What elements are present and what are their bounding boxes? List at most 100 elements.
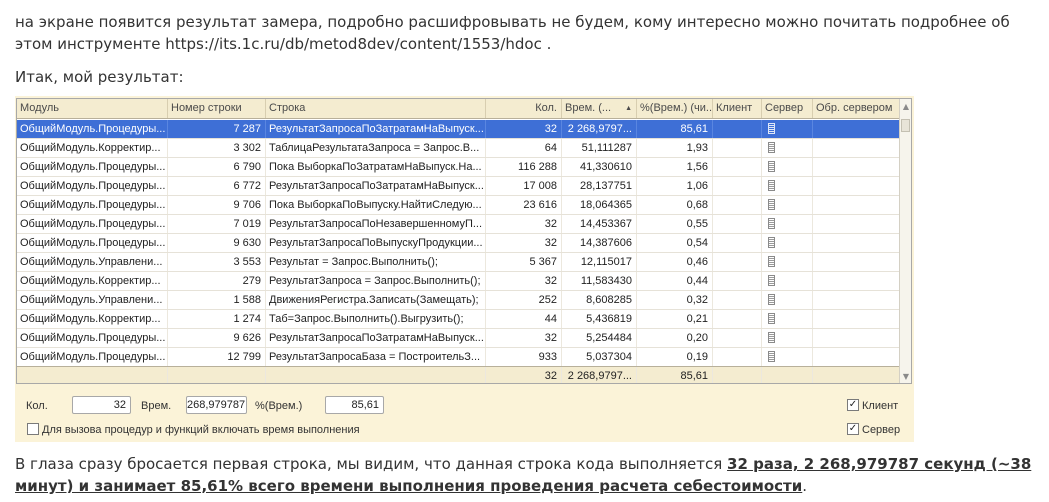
cell-code: РезультатЗапросаПоЗатратамНаВыпуск... bbox=[266, 120, 486, 138]
cell-module: ОбщийМодуль.Процедуры... bbox=[17, 215, 168, 233]
cell-count: 32 bbox=[486, 234, 562, 252]
time-field[interactable]: 268,979787 bbox=[186, 396, 247, 414]
cell-time: 11,583430 bbox=[562, 272, 637, 290]
cell-server-processing bbox=[813, 158, 901, 176]
cell-count: 17 008 bbox=[486, 177, 562, 195]
cell-time-percent: 0,44 bbox=[637, 272, 713, 290]
column-header-server-processing[interactable]: Обр. сервером bbox=[813, 99, 901, 118]
count-field[interactable]: 32 bbox=[72, 396, 131, 414]
cell-server-processing bbox=[813, 234, 901, 252]
table-row[interactable]: ОбщийМодуль.Процедуры... 7 287 РезультатЗа… bbox=[17, 120, 901, 139]
cell-line-number: 7 019 bbox=[168, 215, 266, 233]
cell-line-number: 9 626 bbox=[168, 329, 266, 347]
scroll-thumb[interactable] bbox=[901, 119, 910, 132]
cell-module: ОбщийМодуль.Процедуры... bbox=[17, 234, 168, 252]
scroll-up-icon[interactable]: ▲ bbox=[901, 101, 911, 113]
server-icon bbox=[768, 218, 775, 229]
cell-code: ДвиженияРегистра.Записать(Замещать); bbox=[266, 291, 486, 309]
cell-client bbox=[713, 291, 762, 309]
cell-code: РезультатЗапросаПоЗатратамНаВыпуск... bbox=[266, 177, 486, 195]
time-percent-field[interactable]: 85,61 bbox=[325, 396, 384, 414]
table-row[interactable]: ОбщийМодуль.Процедуры... 9 626 РезультатЗа… bbox=[17, 329, 901, 348]
cell-client bbox=[713, 348, 762, 366]
table-row[interactable]: ОбщийМодуль.Процедуры... 6 790 Пока Выборк… bbox=[17, 158, 901, 177]
client-checkbox-label: Клиент bbox=[862, 400, 899, 412]
cell-server bbox=[762, 234, 813, 252]
server-checkbox[interactable]: ✓ bbox=[847, 423, 859, 435]
cell-code: РезультатЗапроса = Запрос.Выполнить(); bbox=[266, 272, 486, 290]
server-icon bbox=[768, 237, 775, 248]
table-row[interactable]: ОбщийМодуль.Процедуры... 6 772 РезультатЗа… bbox=[17, 177, 901, 196]
cell-server-processing bbox=[813, 120, 901, 138]
table-row[interactable]: ОбщийМодуль.Управлени... 1 588 ДвиженияРег… bbox=[17, 291, 901, 310]
cell-server bbox=[762, 177, 813, 195]
table-row[interactable]: ОбщийМодуль.Корректир... 3 302 ТаблицаРезу… bbox=[17, 139, 901, 158]
cell-server-processing bbox=[813, 310, 901, 328]
scroll-down-icon[interactable]: ▼ bbox=[901, 371, 911, 383]
client-checkbox[interactable]: ✓ bbox=[847, 399, 859, 411]
cell-line-number: 6 790 bbox=[168, 158, 266, 176]
table-row[interactable]: ОбщийМодуль.Процедуры... 9 706 Пока Выборк… bbox=[17, 196, 901, 215]
cell-line-number: 1 274 bbox=[168, 310, 266, 328]
cell-server bbox=[762, 196, 813, 214]
cell-module: ОбщийМодуль.Процедуры... bbox=[17, 120, 168, 138]
cell-count: 23 616 bbox=[486, 196, 562, 214]
table-row[interactable]: ОбщийМодуль.Процедуры... 9 630 РезультатЗа… bbox=[17, 234, 901, 253]
cell-time-percent: 0,21 bbox=[637, 310, 713, 328]
column-header-module[interactable]: Модуль bbox=[17, 99, 168, 118]
cell-line-number: 3 553 bbox=[168, 253, 266, 271]
cell-module: ОбщийМодуль.Корректир... bbox=[17, 139, 168, 157]
table-row[interactable]: ОбщийМодуль.Корректир... 1 274 Таб=Запрос.… bbox=[17, 310, 901, 329]
cell-count: 44 bbox=[486, 310, 562, 328]
server-icon bbox=[768, 313, 775, 324]
cell-server-processing bbox=[813, 253, 901, 271]
cell-time-percent: 1,06 bbox=[637, 177, 713, 195]
column-header-count[interactable]: Кол. bbox=[486, 99, 562, 118]
cell-client bbox=[713, 196, 762, 214]
cell-time: 18,064365 bbox=[562, 196, 637, 214]
table-row[interactable]: ОбщийМодуль.Процедуры... 7 019 РезультатЗа… bbox=[17, 215, 901, 234]
intro-paragraph: на экране появится результат замера, под… bbox=[15, 13, 1010, 53]
column-header-server[interactable]: Сервер bbox=[762, 99, 813, 118]
column-header-line-number[interactable]: Номер строки bbox=[168, 99, 266, 118]
cell-client bbox=[713, 215, 762, 233]
cell-line-number: 9 706 bbox=[168, 196, 266, 214]
table-row[interactable]: ОбщийМодуль.Процедуры... 12 799 РезультатЗ… bbox=[17, 348, 901, 367]
vertical-scrollbar[interactable]: ▲ ▼ bbox=[899, 99, 911, 383]
cell-client bbox=[713, 253, 762, 271]
total-count: 32 bbox=[486, 367, 562, 383]
server-checkbox-label: Сервер bbox=[862, 424, 901, 436]
table-row[interactable]: ОбщийМодуль.Управлени... 3 553 Результат =… bbox=[17, 253, 901, 272]
column-header-code[interactable]: Строка bbox=[266, 99, 486, 118]
column-header-time-percent[interactable]: %(Врем.) (чи... bbox=[637, 99, 713, 118]
cell-server bbox=[762, 272, 813, 290]
cell-time-percent: 0,68 bbox=[637, 196, 713, 214]
cell-time: 5,254484 bbox=[562, 329, 637, 347]
server-icon bbox=[768, 142, 775, 153]
cell-time-percent: 0,19 bbox=[637, 348, 713, 366]
cell-count: 64 bbox=[486, 139, 562, 157]
table-header: Модуль Номер строки Строка Кол. Врем. (.… bbox=[17, 99, 901, 119]
cell-server bbox=[762, 310, 813, 328]
cell-server-processing bbox=[813, 215, 901, 233]
conclusion-text: В глаза сразу бросается первая строка, м… bbox=[15, 455, 728, 473]
cell-module: ОбщийМодуль.Корректир... bbox=[17, 272, 168, 290]
cell-module: ОбщийМодуль.Процедуры... bbox=[17, 348, 168, 366]
results-table[interactable]: Модуль Номер строки Строка Кол. Врем. (.… bbox=[16, 98, 912, 384]
column-header-time[interactable]: Врем. (... ▲ bbox=[562, 99, 637, 118]
cell-time-percent: 85,61 bbox=[637, 120, 713, 138]
include-time-checkbox[interactable] bbox=[27, 423, 39, 435]
cell-server-processing bbox=[813, 329, 901, 347]
cell-server-processing bbox=[813, 272, 901, 290]
cell-module: ОбщийМодуль.Процедуры... bbox=[17, 158, 168, 176]
cell-time-percent: 0,20 bbox=[637, 329, 713, 347]
cell-server-processing bbox=[813, 196, 901, 214]
cell-time-percent: 0,55 bbox=[637, 215, 713, 233]
table-row[interactable]: ОбщийМодуль.Корректир... 279 РезультатЗапр… bbox=[17, 272, 901, 291]
cell-server bbox=[762, 348, 813, 366]
cell-server bbox=[762, 253, 813, 271]
server-icon bbox=[768, 294, 775, 305]
column-header-client[interactable]: Клиент bbox=[713, 99, 762, 118]
cell-client bbox=[713, 139, 762, 157]
cell-time: 5,037304 bbox=[562, 348, 637, 366]
